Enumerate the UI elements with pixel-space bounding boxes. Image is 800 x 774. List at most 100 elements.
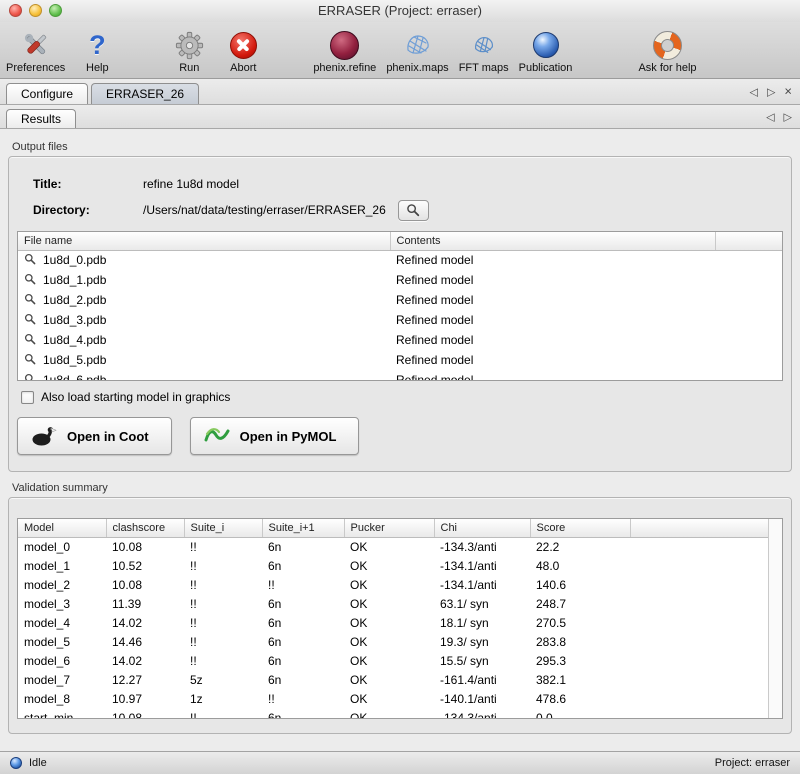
tab-scroll-left-icon[interactable]: ◁	[766, 110, 774, 123]
file-row[interactable]: 1u8d_3.pdbRefined model	[18, 310, 782, 330]
validation-row[interactable]: model_311.39!!6nOK63.1/ syn248.7	[18, 594, 782, 613]
tab-scroll-right-icon[interactable]: ▷	[767, 85, 775, 98]
project-label: Project: erraser	[715, 757, 790, 769]
toolbar-ask-for-help[interactable]: Ask for help	[638, 29, 696, 74]
toolbar-phenix-maps[interactable]: phenix.maps	[386, 29, 448, 74]
directory-value: /Users/nat/data/testing/erraser/ERRASER_…	[143, 203, 386, 217]
file-row[interactable]: 1u8d_2.pdbRefined model	[18, 290, 782, 310]
validation-row[interactable]: model_712.275z6nOK-161.4/anti382.1	[18, 670, 782, 689]
cell: 6n	[262, 613, 344, 632]
column-header[interactable]: Model	[18, 519, 106, 537]
validation-row[interactable]: model_010.08!!6nOK-134.3/anti22.2	[18, 537, 782, 556]
sub-tab-bar: Results ◁ ▷	[0, 105, 800, 129]
column-header[interactable]: Pucker	[344, 519, 434, 537]
cell: OK	[344, 613, 434, 632]
cell: !!	[262, 689, 344, 708]
main-tab-bar: Configure ERRASER_26 ◁ ▷ ×	[0, 79, 800, 105]
toolbar-label: Help	[86, 62, 109, 74]
column-header[interactable]: Suite_i+1	[262, 519, 344, 537]
tab-erraser-26[interactable]: ERRASER_26	[91, 83, 199, 104]
validation-row[interactable]: model_414.02!!6nOK18.1/ syn270.5	[18, 613, 782, 632]
cell: 6n	[262, 708, 344, 719]
toolbar-abort[interactable]: Abort	[221, 29, 265, 74]
column-header[interactable]: Chi	[434, 519, 530, 537]
cell: 295.3	[530, 651, 630, 670]
column-header[interactable]	[715, 232, 782, 250]
column-header[interactable]: Contents	[390, 232, 715, 250]
cell: -134.1/anti	[434, 575, 530, 594]
file-contents: Refined model	[390, 270, 715, 290]
cell: 6n	[262, 556, 344, 575]
magnifier-icon	[24, 333, 36, 348]
toolbar-publication[interactable]: Publication	[519, 29, 573, 74]
toolbar-label: Publication	[519, 62, 573, 74]
toolbar-help[interactable]: ? Help	[75, 29, 119, 74]
cell: !!	[184, 632, 262, 651]
tab-scroll-left-icon[interactable]: ◁	[749, 85, 757, 98]
load-starting-model-label: Also load starting model in graphics	[41, 390, 230, 404]
fft-maps-icon	[472, 29, 496, 61]
cell: 19.3/ syn	[434, 632, 530, 651]
cell: OK	[344, 632, 434, 651]
validation-table: ModelclashscoreSuite_iSuite_i+1PuckerChi…	[17, 518, 783, 719]
open-in-coot-button[interactable]: Open in Coot	[17, 417, 172, 455]
output-files-group-label: Output files	[12, 141, 792, 153]
minimize-window-button[interactable]	[29, 4, 42, 17]
toolbar-fft-maps[interactable]: FFT maps	[459, 29, 509, 74]
column-header[interactable]: clashscore	[106, 519, 184, 537]
column-header[interactable]: File name	[18, 232, 390, 250]
file-row[interactable]: 1u8d_1.pdbRefined model	[18, 270, 782, 290]
toolbar-phenix-refine[interactable]: phenix.refine	[313, 29, 376, 74]
cell: OK	[344, 670, 434, 689]
tab-scroll-right-icon[interactable]: ▷	[784, 110, 792, 123]
toolbar-run[interactable]: Run	[167, 29, 211, 74]
life-ring-icon	[653, 29, 682, 61]
file-row[interactable]: 1u8d_0.pdbRefined model	[18, 250, 782, 270]
cell: model_2	[18, 575, 106, 594]
close-window-button[interactable]	[9, 4, 22, 17]
browse-directory-button[interactable]	[398, 200, 429, 221]
viewer-buttons: Open in Coot Open in PyMOL	[17, 417, 783, 455]
validation-row[interactable]: model_810.971z!!OK-140.1/anti478.6	[18, 689, 782, 708]
tab-configure[interactable]: Configure	[6, 83, 88, 104]
file-name: 1u8d_5.pdb	[43, 353, 106, 367]
file-row[interactable]: 1u8d_5.pdbRefined model	[18, 350, 782, 370]
validation-row[interactable]: model_110.52!!6nOK-134.1/anti48.0	[18, 556, 782, 575]
title-label: Title:	[33, 177, 143, 191]
validation-row[interactable]: model_514.46!!6nOK19.3/ syn283.8	[18, 632, 782, 651]
cell: !!	[184, 708, 262, 719]
validation-row[interactable]: model_210.08!!!!OK-134.1/anti140.6	[18, 575, 782, 594]
magnifier-icon	[24, 293, 36, 308]
zoom-window-button[interactable]	[49, 4, 62, 17]
validation-header-row: ModelclashscoreSuite_iSuite_i+1PuckerChi…	[18, 519, 782, 537]
phenix-refine-icon	[330, 29, 359, 61]
file-row[interactable]: 1u8d_4.pdbRefined model	[18, 330, 782, 350]
tab-close-icon[interactable]: ×	[784, 85, 792, 98]
cell: 22.2	[530, 537, 630, 556]
coot-bird-icon	[31, 425, 57, 447]
directory-label: Directory:	[33, 203, 143, 217]
magnifier-icon	[24, 253, 36, 268]
column-header[interactable]: Suite_i	[184, 519, 262, 537]
cell: OK	[344, 575, 434, 594]
cell: 6n	[262, 651, 344, 670]
column-header[interactable]	[630, 519, 782, 537]
pymol-ribbon-icon	[204, 425, 230, 447]
output-files-header-row: File nameContents	[18, 232, 782, 250]
title-row: Title: refine 1u8d model	[33, 171, 783, 197]
toolbar-preferences[interactable]: Preferences	[6, 29, 65, 74]
cell: !!	[184, 575, 262, 594]
load-starting-model-checkbox[interactable]	[21, 391, 34, 404]
toolbar-label: Ask for help	[638, 62, 696, 74]
vertical-scrollbar[interactable]	[768, 519, 782, 718]
cell: -134.3/anti	[434, 537, 530, 556]
column-header[interactable]: Score	[530, 519, 630, 537]
file-row[interactable]: 1u8d_6.pdbRefined model	[18, 370, 782, 381]
tab-results[interactable]: Results	[6, 109, 76, 128]
cell: OK	[344, 537, 434, 556]
validation-row[interactable]: model_614.02!!6nOK15.5/ syn295.3	[18, 651, 782, 670]
validation-row[interactable]: start_min10.08!!6nOK-134.3/anti0.0	[18, 708, 782, 719]
cell: model_5	[18, 632, 106, 651]
cell: !!	[184, 556, 262, 575]
open-in-pymol-button[interactable]: Open in PyMOL	[190, 417, 360, 455]
